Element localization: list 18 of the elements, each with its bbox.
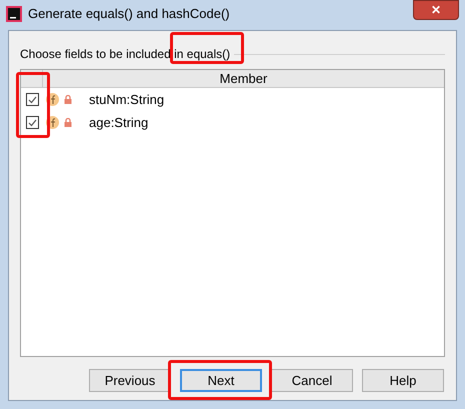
check-icon xyxy=(28,96,36,104)
section-title: Choose fields to be included in equals() xyxy=(20,46,230,63)
app-logo-icon xyxy=(6,6,22,22)
member-name: age:String xyxy=(89,114,148,132)
lock-icon xyxy=(64,95,72,104)
checkbox[interactable] xyxy=(26,116,38,129)
dialog-button[interactable]: Previous xyxy=(89,369,171,392)
checkbox[interactable] xyxy=(26,93,38,106)
dialog-button[interactable]: Help xyxy=(362,369,444,392)
member-name: stuNm:String xyxy=(89,90,164,109)
lock-icon xyxy=(64,118,72,127)
check-icon xyxy=(28,118,36,126)
close-button[interactable]: ✕ xyxy=(413,0,459,20)
column-header: Member xyxy=(220,70,268,88)
dialog-button[interactable]: Cancel xyxy=(271,369,353,392)
dialog-button[interactable]: Next xyxy=(180,369,262,392)
highlight-frame xyxy=(16,72,50,138)
window-title: Generate equals() and hashCode() xyxy=(28,5,230,24)
